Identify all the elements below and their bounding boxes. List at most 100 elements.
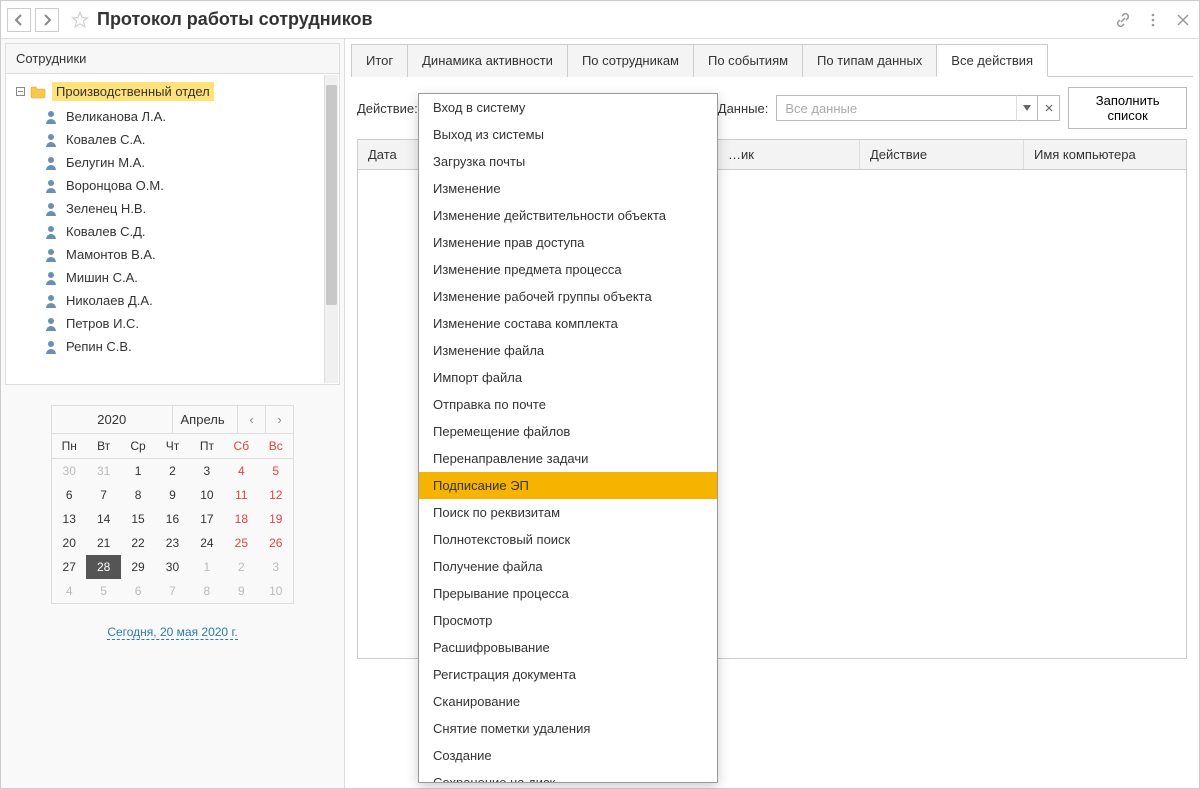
tree-employee[interactable]: Мишин С.А. <box>6 266 339 289</box>
calendar-day[interactable]: 25 <box>224 531 258 555</box>
calendar-day[interactable]: 3 <box>190 459 224 483</box>
calendar-day[interactable]: 19 <box>259 507 293 531</box>
dropdown-item[interactable]: Изменение файла <box>419 337 717 364</box>
tree-employee[interactable]: Зеленец Н.В. <box>6 197 339 220</box>
calendar-day[interactable]: 18 <box>224 507 258 531</box>
calendar-day[interactable]: 23 <box>155 531 189 555</box>
calendar-day[interactable]: 12 <box>259 483 293 507</box>
calendar-day[interactable]: 20 <box>52 531 86 555</box>
tab-5[interactable]: Все действия <box>936 44 1048 77</box>
tree-employee[interactable]: Петров И.С. <box>6 312 339 335</box>
collapse-icon[interactable] <box>14 87 26 96</box>
calendar-day[interactable]: 30 <box>155 555 189 579</box>
calendar-day[interactable]: 8 <box>190 579 224 603</box>
calendar-day[interactable]: 4 <box>224 459 258 483</box>
calendar-day[interactable]: 4 <box>52 579 86 603</box>
grid-col-1[interactable]: …ик <box>718 140 860 169</box>
tab-2[interactable]: По сотрудникам <box>567 44 694 77</box>
dropdown-item[interactable]: Регистрация документа <box>419 661 717 688</box>
back-button[interactable] <box>7 8 31 32</box>
dropdown-item[interactable]: Перенаправление задачи <box>419 445 717 472</box>
dropdown-item[interactable]: Расшифровывание <box>419 634 717 661</box>
calendar-year[interactable]: 2020 <box>52 406 173 433</box>
dropdown-item[interactable]: Выход из системы <box>419 121 717 148</box>
calendar-prev[interactable]: ‹ <box>237 406 265 433</box>
dropdown-item[interactable]: Загрузка почты <box>419 148 717 175</box>
calendar-day[interactable]: 15 <box>121 507 155 531</box>
tree-employee[interactable]: Белугин М.А. <box>6 151 339 174</box>
calendar-day[interactable]: 7 <box>86 483 120 507</box>
tree-employee[interactable]: Великанова Л.А. <box>6 105 339 128</box>
dropdown-item[interactable]: Прерывание процесса <box>419 580 717 607</box>
dropdown-item[interactable]: Сохранение на диск <box>419 769 717 783</box>
dropdown-item[interactable]: Отправка по почте <box>419 391 717 418</box>
dropdown-item[interactable]: Перемещение файлов <box>419 418 717 445</box>
dropdown-item[interactable]: Просмотр <box>419 607 717 634</box>
tree-employee[interactable]: Воронцова О.М. <box>6 174 339 197</box>
forward-button[interactable] <box>35 8 59 32</box>
calendar-day[interactable]: 28 <box>86 555 120 579</box>
tree-root[interactable]: Производственный отдел <box>6 78 339 105</box>
grid-col-action[interactable]: Действие <box>860 140 1024 169</box>
calendar-day[interactable]: 3 <box>259 555 293 579</box>
calendar-day[interactable]: 5 <box>86 579 120 603</box>
calendar-day[interactable]: 2 <box>224 555 258 579</box>
calendar-month[interactable]: Апрель <box>173 406 238 433</box>
tree-employee[interactable]: Репин С.В. <box>6 335 339 358</box>
filter-data-dropdown-button[interactable] <box>1016 95 1038 121</box>
calendar-day[interactable]: 5 <box>259 459 293 483</box>
dropdown-item[interactable]: Получение файла <box>419 553 717 580</box>
calendar-day[interactable]: 6 <box>121 579 155 603</box>
tree-employee[interactable]: Николаев Д.А. <box>6 289 339 312</box>
calendar-day[interactable]: 1 <box>190 555 224 579</box>
calendar-day[interactable]: 31 <box>86 459 120 483</box>
dropdown-item[interactable]: Изменение <box>419 175 717 202</box>
grid-col-computer[interactable]: Имя компьютера <box>1024 140 1186 169</box>
dropdown-item[interactable]: Импорт файла <box>419 364 717 391</box>
dropdown-item[interactable]: Изменение прав доступа <box>419 229 717 256</box>
fill-list-button[interactable]: Заполнить список <box>1068 87 1187 129</box>
calendar-day[interactable]: 14 <box>86 507 120 531</box>
favorite-icon[interactable] <box>69 9 91 31</box>
calendar-day[interactable]: 6 <box>52 483 86 507</box>
dropdown-item[interactable]: Сканирование <box>419 688 717 715</box>
calendar-next[interactable]: › <box>265 406 293 433</box>
tree-employee[interactable]: Мамонтов В.А. <box>6 243 339 266</box>
dropdown-item[interactable]: Полнотекстовый поиск <box>419 526 717 553</box>
tree-scrollbar[interactable] <box>324 75 338 383</box>
tab-1[interactable]: Динамика активности <box>407 44 568 77</box>
calendar-day[interactable]: 17 <box>190 507 224 531</box>
tree-employee[interactable]: Ковалев С.Д. <box>6 220 339 243</box>
more-icon[interactable] <box>1143 10 1163 30</box>
calendar-day[interactable]: 9 <box>155 483 189 507</box>
calendar-day[interactable]: 10 <box>259 579 293 603</box>
tab-0[interactable]: Итог <box>351 44 408 77</box>
calendar-day[interactable]: 29 <box>121 555 155 579</box>
calendar-day[interactable]: 11 <box>224 483 258 507</box>
dropdown-item[interactable]: Вход в систему <box>419 94 717 121</box>
dropdown-item[interactable]: Создание <box>419 742 717 769</box>
calendar-day[interactable]: 1 <box>121 459 155 483</box>
calendar-day[interactable]: 26 <box>259 531 293 555</box>
dropdown-item[interactable]: Изменение состава комплекта <box>419 310 717 337</box>
calendar-day[interactable]: 22 <box>121 531 155 555</box>
calendar-day[interactable]: 16 <box>155 507 189 531</box>
scrollbar-thumb[interactable] <box>326 85 337 305</box>
filter-data-clear-button[interactable] <box>1038 95 1060 121</box>
filter-data-input[interactable]: Все данные <box>776 95 1016 121</box>
tree-employee[interactable]: Ковалев С.А. <box>6 128 339 151</box>
calendar-day[interactable]: 21 <box>86 531 120 555</box>
dropdown-item[interactable]: Изменение предмета процесса <box>419 256 717 283</box>
dropdown-item[interactable]: Поиск по реквизитам <box>419 499 717 526</box>
calendar-day[interactable]: 10 <box>190 483 224 507</box>
close-icon[interactable] <box>1173 10 1193 30</box>
calendar-day[interactable]: 27 <box>52 555 86 579</box>
calendar-today-link[interactable]: Сегодня, 20 мая 2020 г. <box>1 614 344 645</box>
calendar-day[interactable]: 24 <box>190 531 224 555</box>
tab-3[interactable]: По событиям <box>693 44 803 77</box>
calendar-day[interactable]: 8 <box>121 483 155 507</box>
calendar-day[interactable]: 13 <box>52 507 86 531</box>
tab-4[interactable]: По типам данных <box>802 44 937 77</box>
calendar-day[interactable]: 9 <box>224 579 258 603</box>
dropdown-item[interactable]: Подписание ЭП <box>419 472 717 499</box>
